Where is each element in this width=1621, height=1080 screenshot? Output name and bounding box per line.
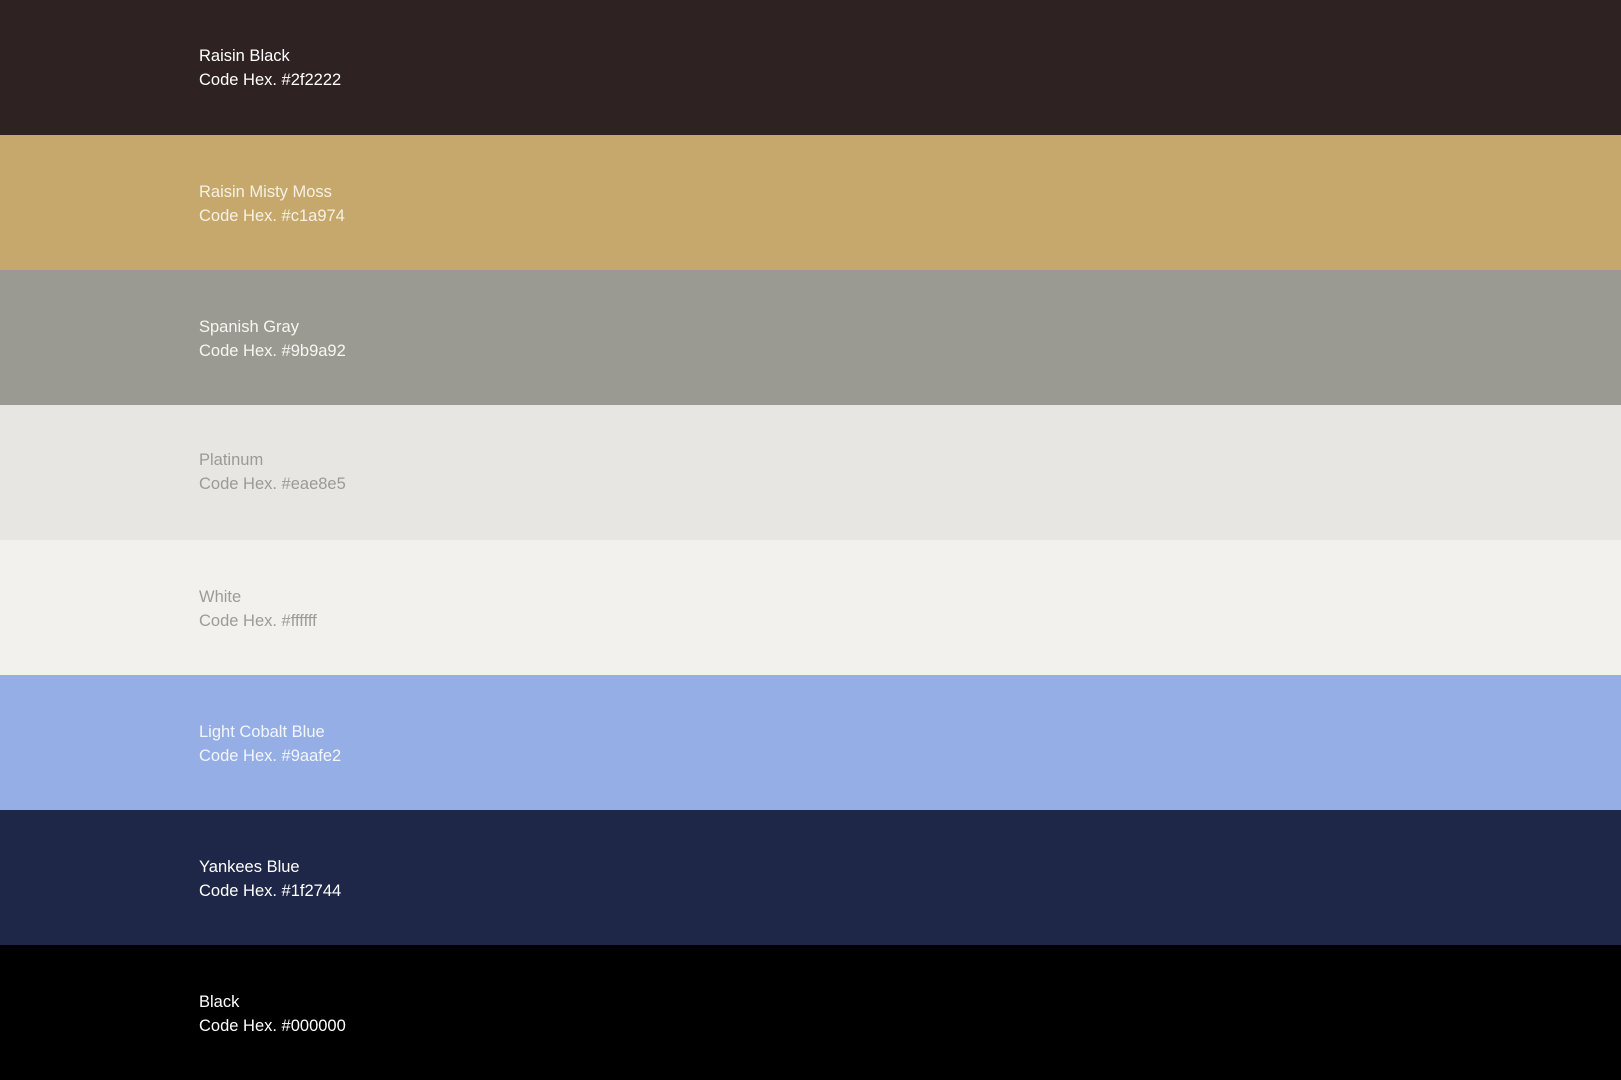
swatch-label: Light Cobalt Blue Code Hex. #9aafe2 [199, 720, 341, 768]
swatch-raisin-black: Raisin Black Code Hex. #2f2222 [0, 0, 1621, 135]
swatch-black: Black Code Hex. #000000 [0, 945, 1621, 1080]
swatch-name: Raisin Black [199, 47, 290, 65]
swatch-hex-code: Code Hex. #9aafe2 [199, 747, 342, 765]
swatch-hex-code: Code Hex. #eae8e5 [199, 475, 346, 493]
swatch-name: Platinum [199, 451, 264, 469]
swatch-light-cobalt-blue: Light Cobalt Blue Code Hex. #9aafe2 [0, 675, 1621, 810]
swatch-name: Spanish Gray [199, 318, 299, 336]
swatch-label: Platinum Code Hex. #eae8e5 [199, 448, 346, 496]
swatch-hex-code: Code Hex. #2f2222 [199, 71, 342, 89]
swatch-name: Raisin Misty Moss [199, 183, 332, 201]
swatch-hex-code: Code Hex. #c1a974 [199, 207, 345, 225]
swatch-hex-code: Code Hex. #000000 [199, 1017, 346, 1035]
swatch-hex-code: Code Hex. #ffffff [199, 612, 317, 630]
swatch-name: White [199, 588, 242, 606]
swatch-label: White Code Hex. #ffffff [199, 585, 317, 633]
swatch-label: Raisin Misty Moss Code Hex. #c1a974 [199, 180, 345, 228]
swatch-yankees-blue: Yankees Blue Code Hex. #1f2744 [0, 810, 1621, 945]
swatch-raisin-misty-moss: Raisin Misty Moss Code Hex. #c1a974 [0, 135, 1621, 270]
swatch-label: Black Code Hex. #000000 [199, 990, 346, 1038]
swatch-label: Spanish Gray Code Hex. #9b9a92 [199, 315, 346, 363]
swatch-label: Yankees Blue Code Hex. #1f2744 [199, 855, 341, 903]
swatch-name: Light Cobalt Blue [199, 723, 325, 741]
swatch-white: White Code Hex. #ffffff [0, 540, 1621, 675]
swatch-hex-code: Code Hex. #9b9a92 [199, 342, 346, 360]
swatch-name: Black [199, 993, 240, 1011]
swatch-label: Raisin Black Code Hex. #2f2222 [199, 44, 341, 92]
swatch-name: Yankees Blue [199, 858, 300, 876]
swatch-hex-code: Code Hex. #1f2744 [199, 882, 342, 900]
swatch-spanish-gray: Spanish Gray Code Hex. #9b9a92 [0, 270, 1621, 405]
color-palette: Raisin Black Code Hex. #2f2222 Raisin Mist… [0, 0, 1621, 1080]
swatch-platinum: Platinum Code Hex. #eae8e5 [0, 405, 1621, 540]
